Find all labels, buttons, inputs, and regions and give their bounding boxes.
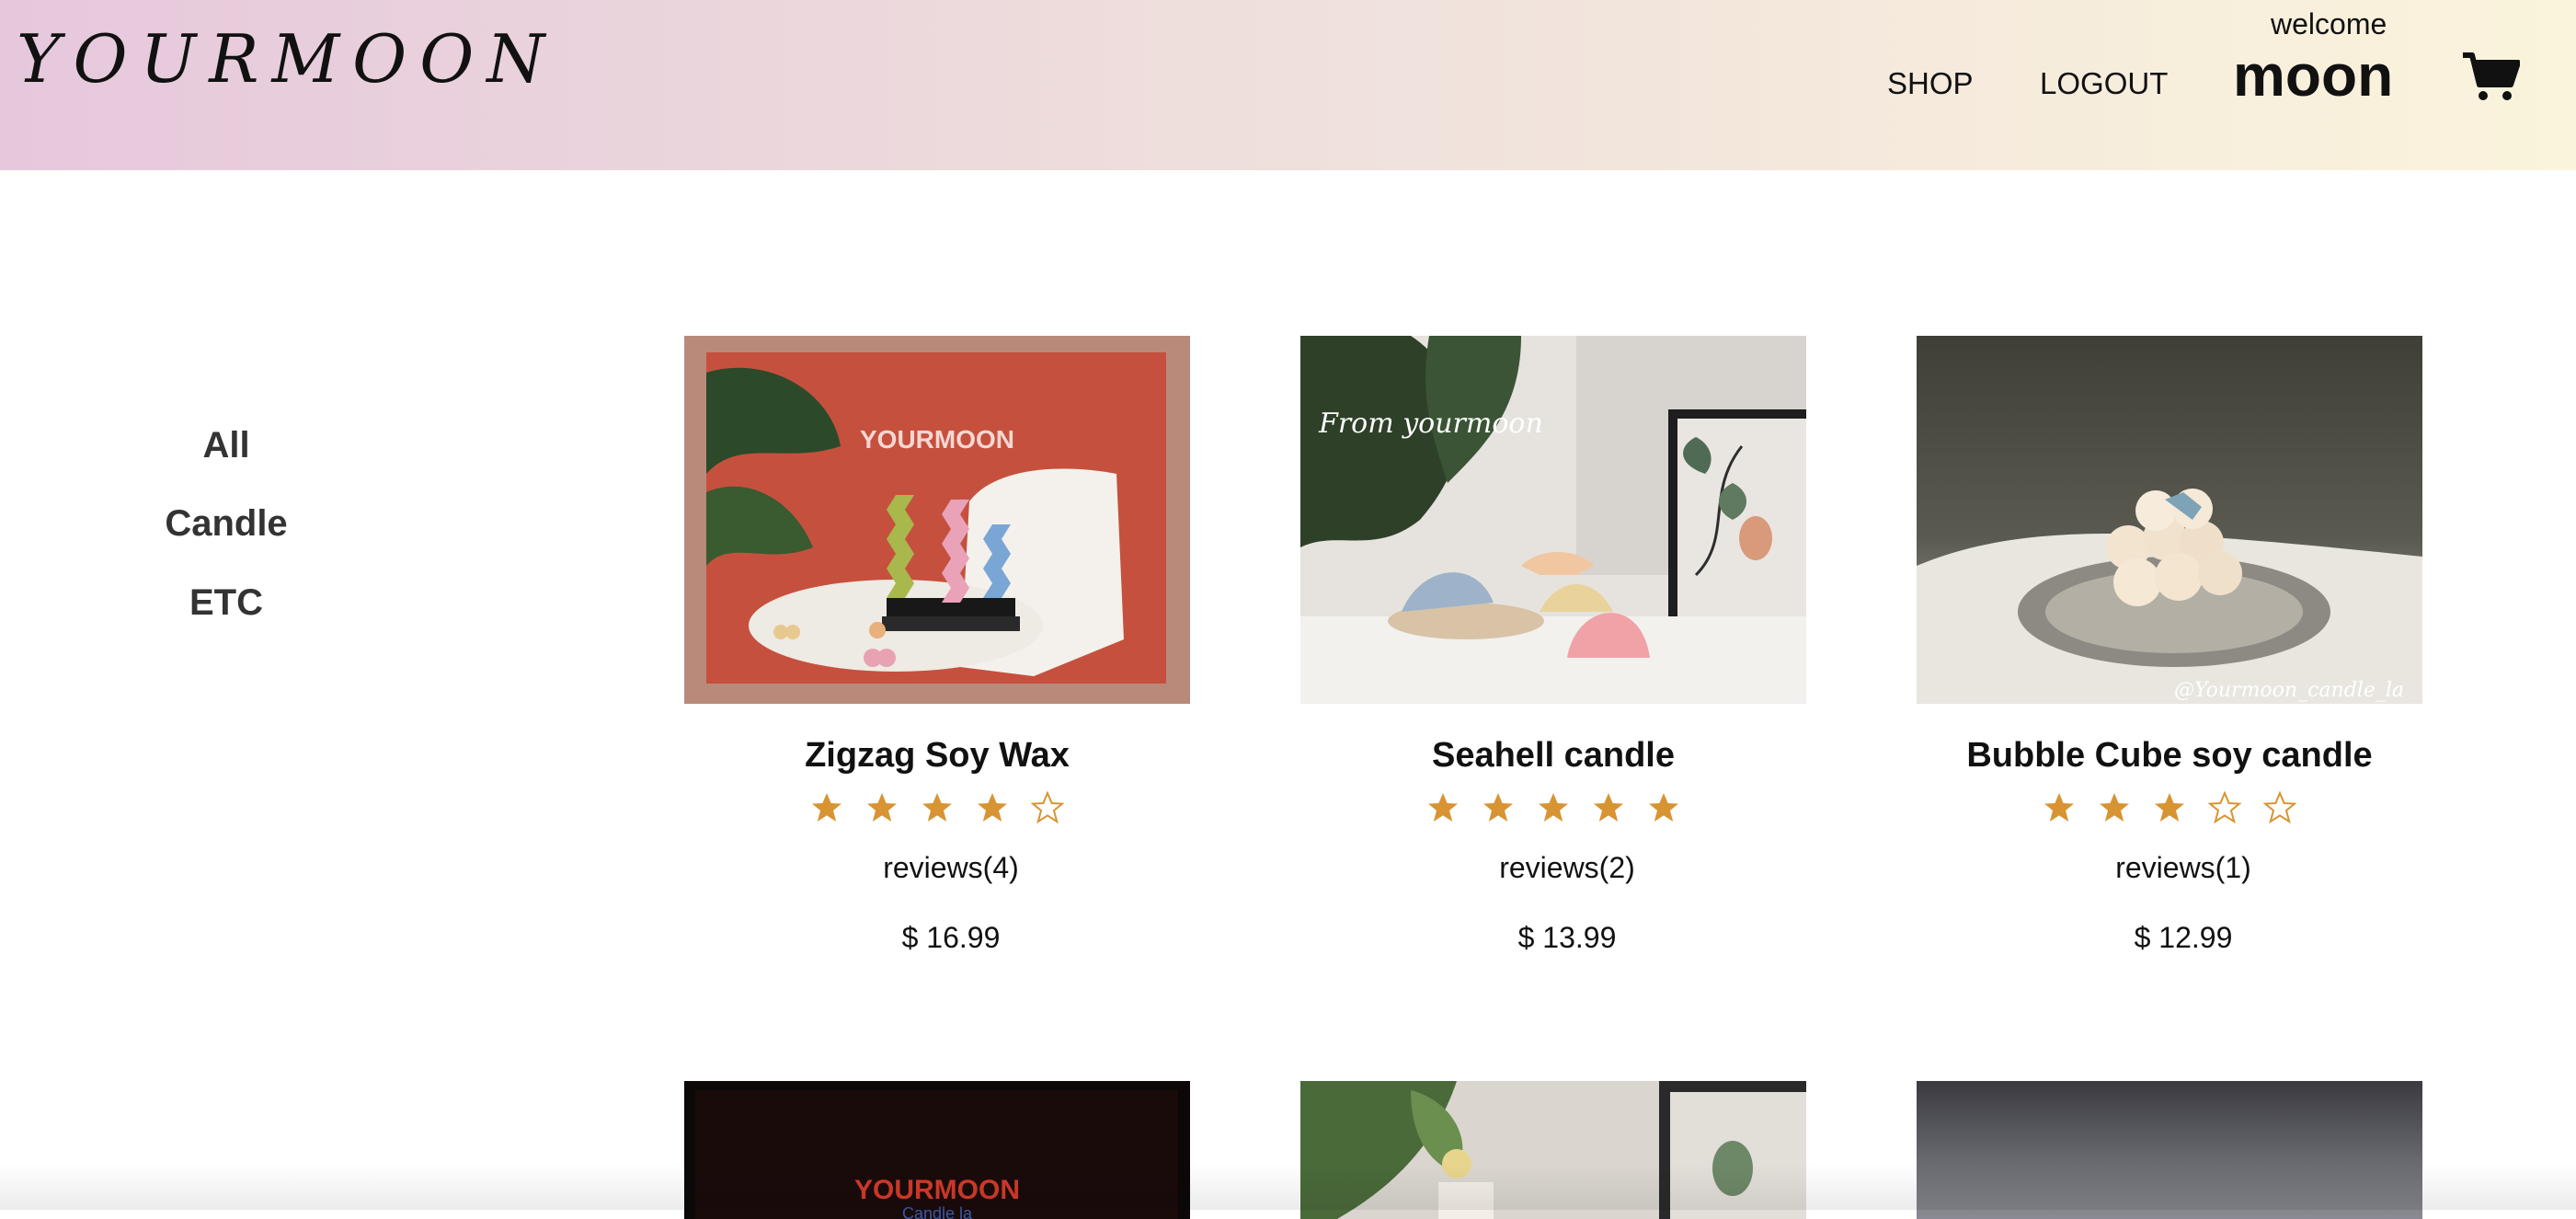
star-rating	[1917, 791, 2422, 828]
star-filled-icon	[978, 793, 1007, 822]
star-filled-icon	[1594, 793, 1623, 822]
review-count: reviews(4)	[883, 851, 1019, 884]
product-image[interactable]: From yourmoon	[1300, 336, 1806, 704]
star-filled-icon	[867, 793, 897, 822]
category-candle[interactable]: Candle	[143, 503, 309, 545]
star-filled-icon	[1539, 793, 1568, 822]
product-image[interactable]	[1300, 1081, 1806, 1219]
product-title[interactable]: Bubble Cube soy candle	[1917, 736, 2422, 776]
product-price: $ 13.99	[1517, 921, 1617, 954]
review-count: reviews(1)	[2115, 851, 2251, 884]
svg-text:YOURMOON: YOURMOON	[854, 1175, 1020, 1205]
star-empty-icon	[2208, 791, 2241, 824]
welcome-text: welcome	[2271, 7, 2387, 40]
star-filled-icon	[922, 793, 952, 822]
nav-logout-link[interactable]: LOGOUT	[2040, 66, 2168, 101]
svg-text:Candle la: Candle la	[902, 1204, 973, 1219]
product-image[interactable]: @Yourmoon_candle_la	[1917, 336, 2422, 704]
star-rating	[1300, 791, 1806, 828]
star-empty-icon	[1031, 791, 1064, 824]
site-header: YOURMOON SHOP LOGOUT welcome moon	[0, 0, 2576, 170]
star-filled-icon	[2155, 793, 2184, 822]
star-filled-icon	[1428, 793, 1458, 822]
product-price: $ 16.99	[901, 921, 1001, 954]
product-image[interactable]: YOURMOON	[684, 336, 1190, 704]
site-logo[interactable]: YOURMOON	[17, 20, 557, 98]
username: moon	[2233, 42, 2394, 109]
product-price: $ 12.99	[2134, 921, 2233, 954]
product-title[interactable]: Zigzag Soy Wax	[684, 736, 1190, 776]
star-rating	[684, 791, 1190, 828]
star-filled-icon	[812, 793, 841, 822]
nav-shop-link[interactable]: SHOP	[1887, 66, 1974, 101]
star-filled-icon	[2100, 793, 2129, 822]
star-filled-icon	[1483, 793, 1513, 822]
product-image[interactable]	[1917, 1081, 2422, 1219]
svg-text:@Yourmoon_candle_la: @Yourmoon_candle_la	[2174, 679, 2404, 702]
star-empty-icon	[2263, 791, 2296, 824]
product-title[interactable]: Seahell candle	[1300, 736, 1806, 776]
svg-text:YOURMOON: YOURMOON	[860, 425, 1014, 454]
star-filled-icon	[1649, 793, 1678, 822]
product-image[interactable]: YOURMOON Candle la	[684, 1081, 1190, 1219]
svg-text:From yourmoon: From yourmoon	[1318, 408, 1543, 440]
shopping-cart-icon[interactable]	[2461, 52, 2521, 103]
category-etc[interactable]: ETC	[143, 582, 309, 624]
star-filled-icon	[2044, 793, 2074, 822]
category-all[interactable]: All	[143, 425, 309, 466]
review-count: reviews(2)	[1499, 851, 1635, 884]
